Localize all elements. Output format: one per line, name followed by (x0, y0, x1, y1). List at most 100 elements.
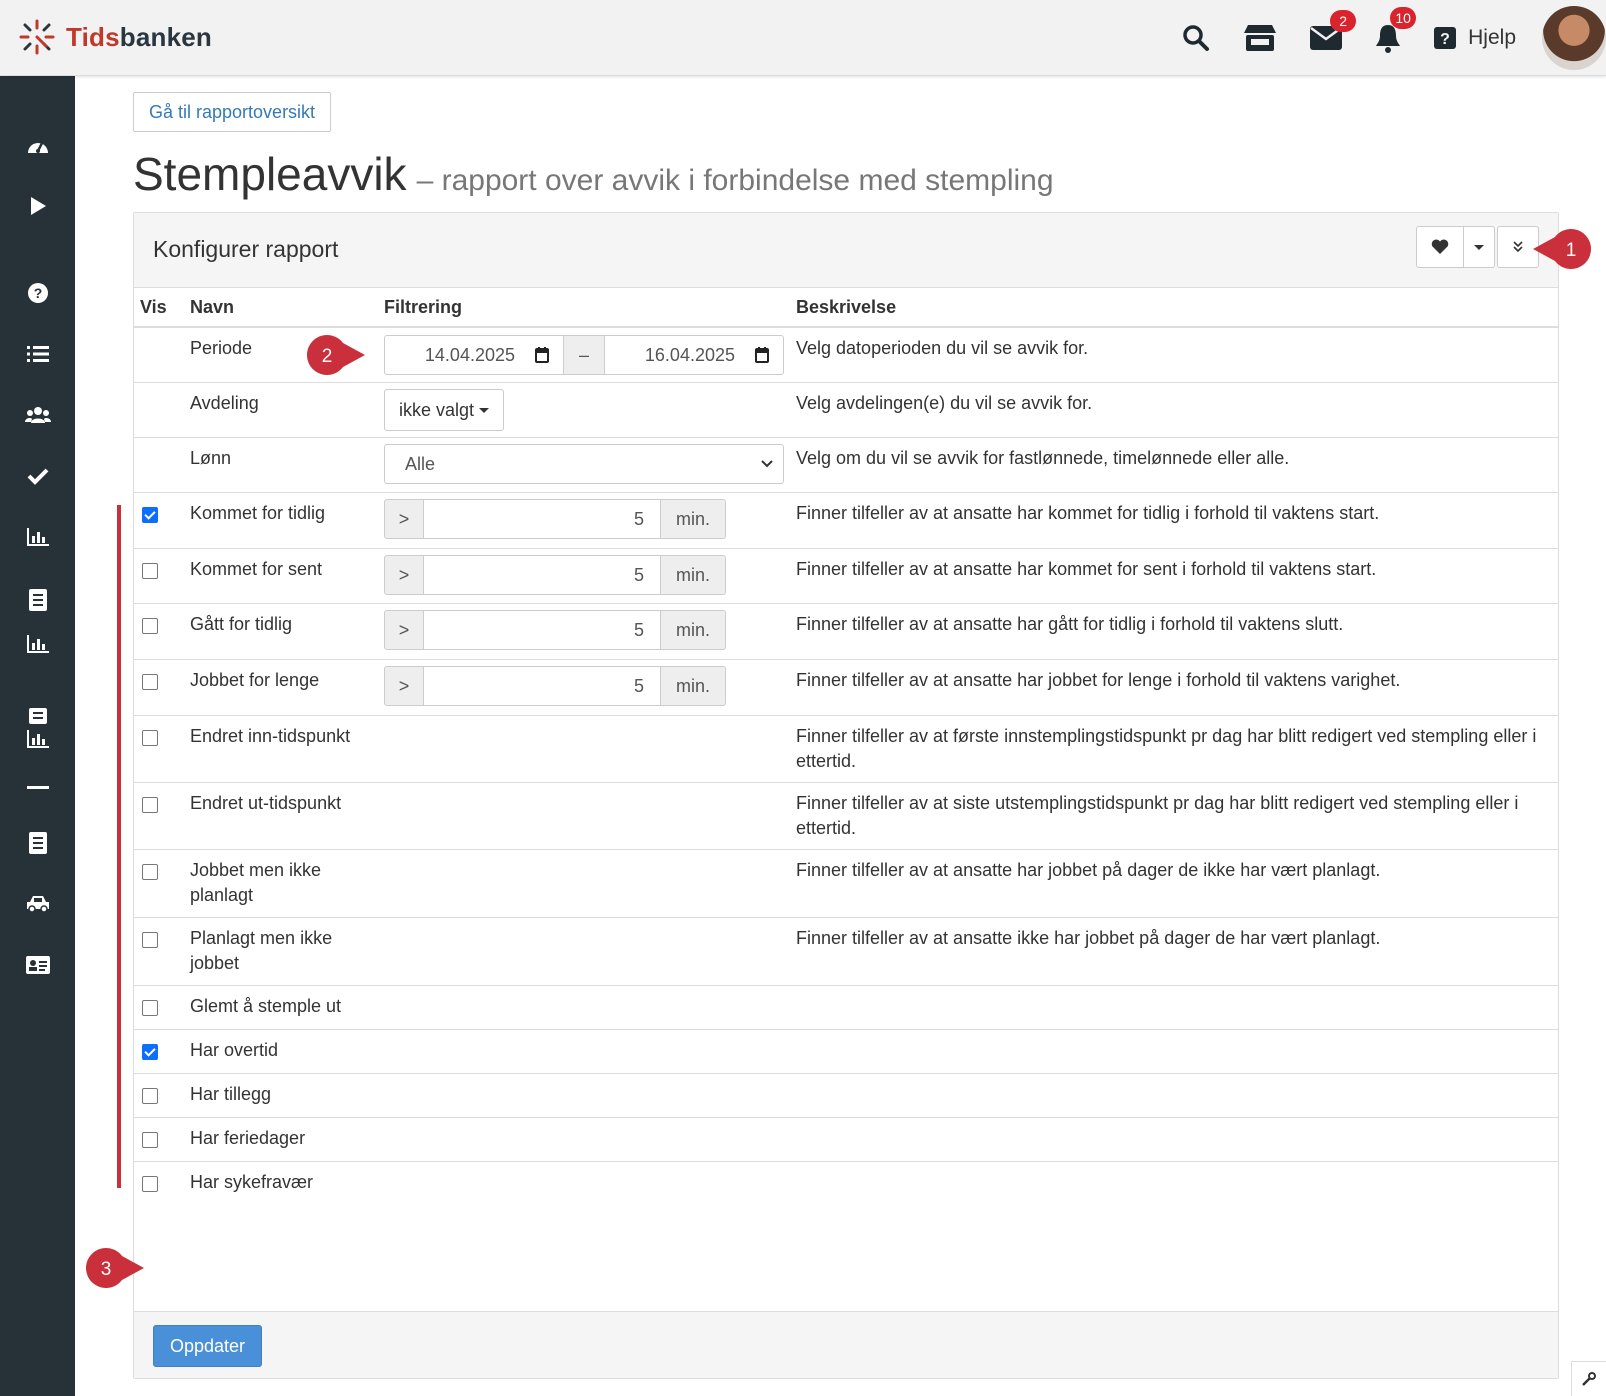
row-label: Har tillegg (184, 1073, 378, 1118)
visibility-checkbox[interactable] (142, 674, 158, 690)
visibility-checkbox[interactable] (142, 618, 158, 634)
logo-text: Tidsbanken (66, 21, 213, 52)
svg-text:?: ? (33, 285, 42, 301)
row-description (790, 1161, 1558, 1206)
annotation-bracket-line (117, 505, 121, 1188)
minus-icon[interactable] (0, 786, 75, 790)
dashboard-icon[interactable] (0, 135, 75, 155)
table-row: Har tillegg (134, 1073, 1558, 1118)
page-title-main: Stempleavvik (133, 148, 407, 200)
envelope-icon[interactable]: 2 (1310, 9, 1357, 50)
calendar-icon[interactable] (535, 347, 549, 363)
column-header-name: Navn (184, 288, 378, 328)
tidsbanken-logo[interactable]: Tidsbanken (18, 18, 212, 56)
row-description: Velg avdelingen(e) du vil se avvik for. (790, 382, 1558, 438)
visibility-checkbox[interactable] (142, 1044, 158, 1060)
department-dropdown[interactable]: ikke valgt (384, 389, 505, 431)
id-card-icon[interactable] (0, 956, 75, 974)
visibility-checkbox[interactable] (142, 563, 158, 579)
caret-down-icon (479, 407, 490, 413)
update-button[interactable]: Oppdater (153, 1325, 263, 1367)
minutes-input[interactable]: 5 (424, 499, 660, 539)
row-description (790, 1117, 1558, 1162)
minutes-threshold-group: >5 min. (384, 555, 726, 595)
report-icon[interactable] (0, 832, 75, 854)
row-description: Finner tilfeller av at ansatte har jobbe… (790, 659, 1558, 716)
row-label: Kommet for tidlig (184, 492, 378, 549)
row-description: Finner tilfeller av at ansatte har komme… (790, 492, 1558, 549)
report-icon[interactable] (0, 589, 75, 611)
store-icon[interactable] (1242, 23, 1278, 53)
bar-chart-icon[interactable] (0, 528, 75, 546)
date-from-input[interactable]: 14.04.2025 (384, 335, 564, 375)
favorite-button[interactable] (1416, 226, 1464, 268)
date-to-input[interactable]: 16.04.2025 (604, 335, 784, 375)
table-row: Endret inn-tidspunkt Finner tilfeller av … (134, 715, 1558, 783)
row-description: Finner tilfeller av at ansatte har komme… (790, 548, 1558, 604)
table-row: Kommet for tidlig >5 min. Finner tilfeller … (134, 492, 1558, 549)
row-label: Jobbet for lenge (184, 659, 378, 716)
visibility-checkbox[interactable] (142, 1088, 158, 1104)
double-chevron-down-icon (1513, 241, 1523, 253)
logo-icon (19, 19, 55, 55)
row-description: Finner tilfeller av at ansatte har gått … (790, 603, 1558, 660)
unit-addon: min. (660, 499, 726, 539)
bell-icon[interactable]: 10 (1374, 6, 1417, 53)
row-label: Endret ut-tidspunkt (184, 782, 378, 850)
annotation-marker-2: 2 (303, 333, 367, 382)
visibility-checkbox[interactable] (142, 1132, 158, 1148)
help-link[interactable]: ? Hjelp (1434, 26, 1516, 50)
panel-title: Konfigurer rapport (153, 236, 339, 262)
row-label: Jobbet men ikke planlagt (184, 849, 378, 918)
operator-addon: > (384, 666, 424, 706)
question-circle-icon[interactable]: ? (0, 282, 75, 304)
panel-header: Konfigurer rapport (134, 213, 1558, 288)
visibility-checkbox[interactable] (142, 730, 158, 746)
visibility-checkbox[interactable] (142, 507, 158, 523)
avatar[interactable] (1542, 5, 1606, 70)
minutes-input[interactable]: 5 (424, 610, 660, 650)
play-icon[interactable] (0, 196, 75, 216)
report-chart-icon[interactable] (0, 708, 75, 748)
svg-text:1: 1 (1566, 240, 1577, 261)
list-icon[interactable] (0, 345, 75, 363)
favorite-dropdown-button[interactable] (1464, 226, 1495, 268)
minutes-threshold-group: >5 min. (384, 666, 726, 706)
visibility-checkbox[interactable] (142, 864, 158, 880)
report-config-table: Vis Navn Filtrering Beskrivelse Periode … (134, 288, 1558, 1206)
visibility-checkbox[interactable] (142, 1176, 158, 1192)
row-label: Kommet for sent (184, 548, 378, 604)
operator-addon: > (384, 610, 424, 650)
date-range: 14.04.2025 – 16.04.2025 (384, 335, 784, 375)
column-header-vis: Vis (134, 288, 184, 328)
bar-chart-icon[interactable] (0, 635, 75, 653)
row-label: Lønn (184, 437, 378, 493)
visibility-checkbox[interactable] (142, 1000, 158, 1016)
search-icon[interactable] (1182, 24, 1210, 52)
minutes-threshold-group: >5 min. (384, 499, 726, 539)
salary-type-select[interactable]: Alle (384, 444, 784, 484)
row-label: Gått for tidlig (184, 603, 378, 660)
minutes-input[interactable]: 5 (424, 555, 660, 595)
row-description (790, 1029, 1558, 1074)
row-description (790, 1073, 1558, 1118)
column-header-filter: Filtrering (378, 288, 790, 328)
users-icon[interactable] (0, 406, 75, 424)
report-overview-button[interactable]: Gå til rapportoversikt (133, 92, 332, 132)
svg-text:2: 2 (322, 346, 333, 367)
visibility-checkbox[interactable] (142, 797, 158, 813)
minutes-input[interactable]: 5 (424, 666, 660, 706)
unit-addon: min. (660, 666, 726, 706)
annotation-marker-3: 3 (82, 1246, 146, 1295)
car-icon[interactable] (0, 895, 75, 913)
visibility-checkbox[interactable] (142, 932, 158, 948)
wrench-icon[interactable] (1571, 1361, 1606, 1396)
row-label: Har overtid (184, 1029, 378, 1074)
check-icon[interactable] (0, 467, 75, 485)
table-row: Kommet for sent >5 min. Finner tilfeller av… (134, 548, 1558, 604)
calendar-icon[interactable] (755, 347, 769, 363)
page-subtitle: – rapport over avvik i forbindelse med s… (416, 164, 1054, 197)
row-label: Har sykefravær (184, 1161, 378, 1206)
heart-icon (1431, 239, 1449, 254)
table-row: Har sykefravær (134, 1161, 1558, 1206)
